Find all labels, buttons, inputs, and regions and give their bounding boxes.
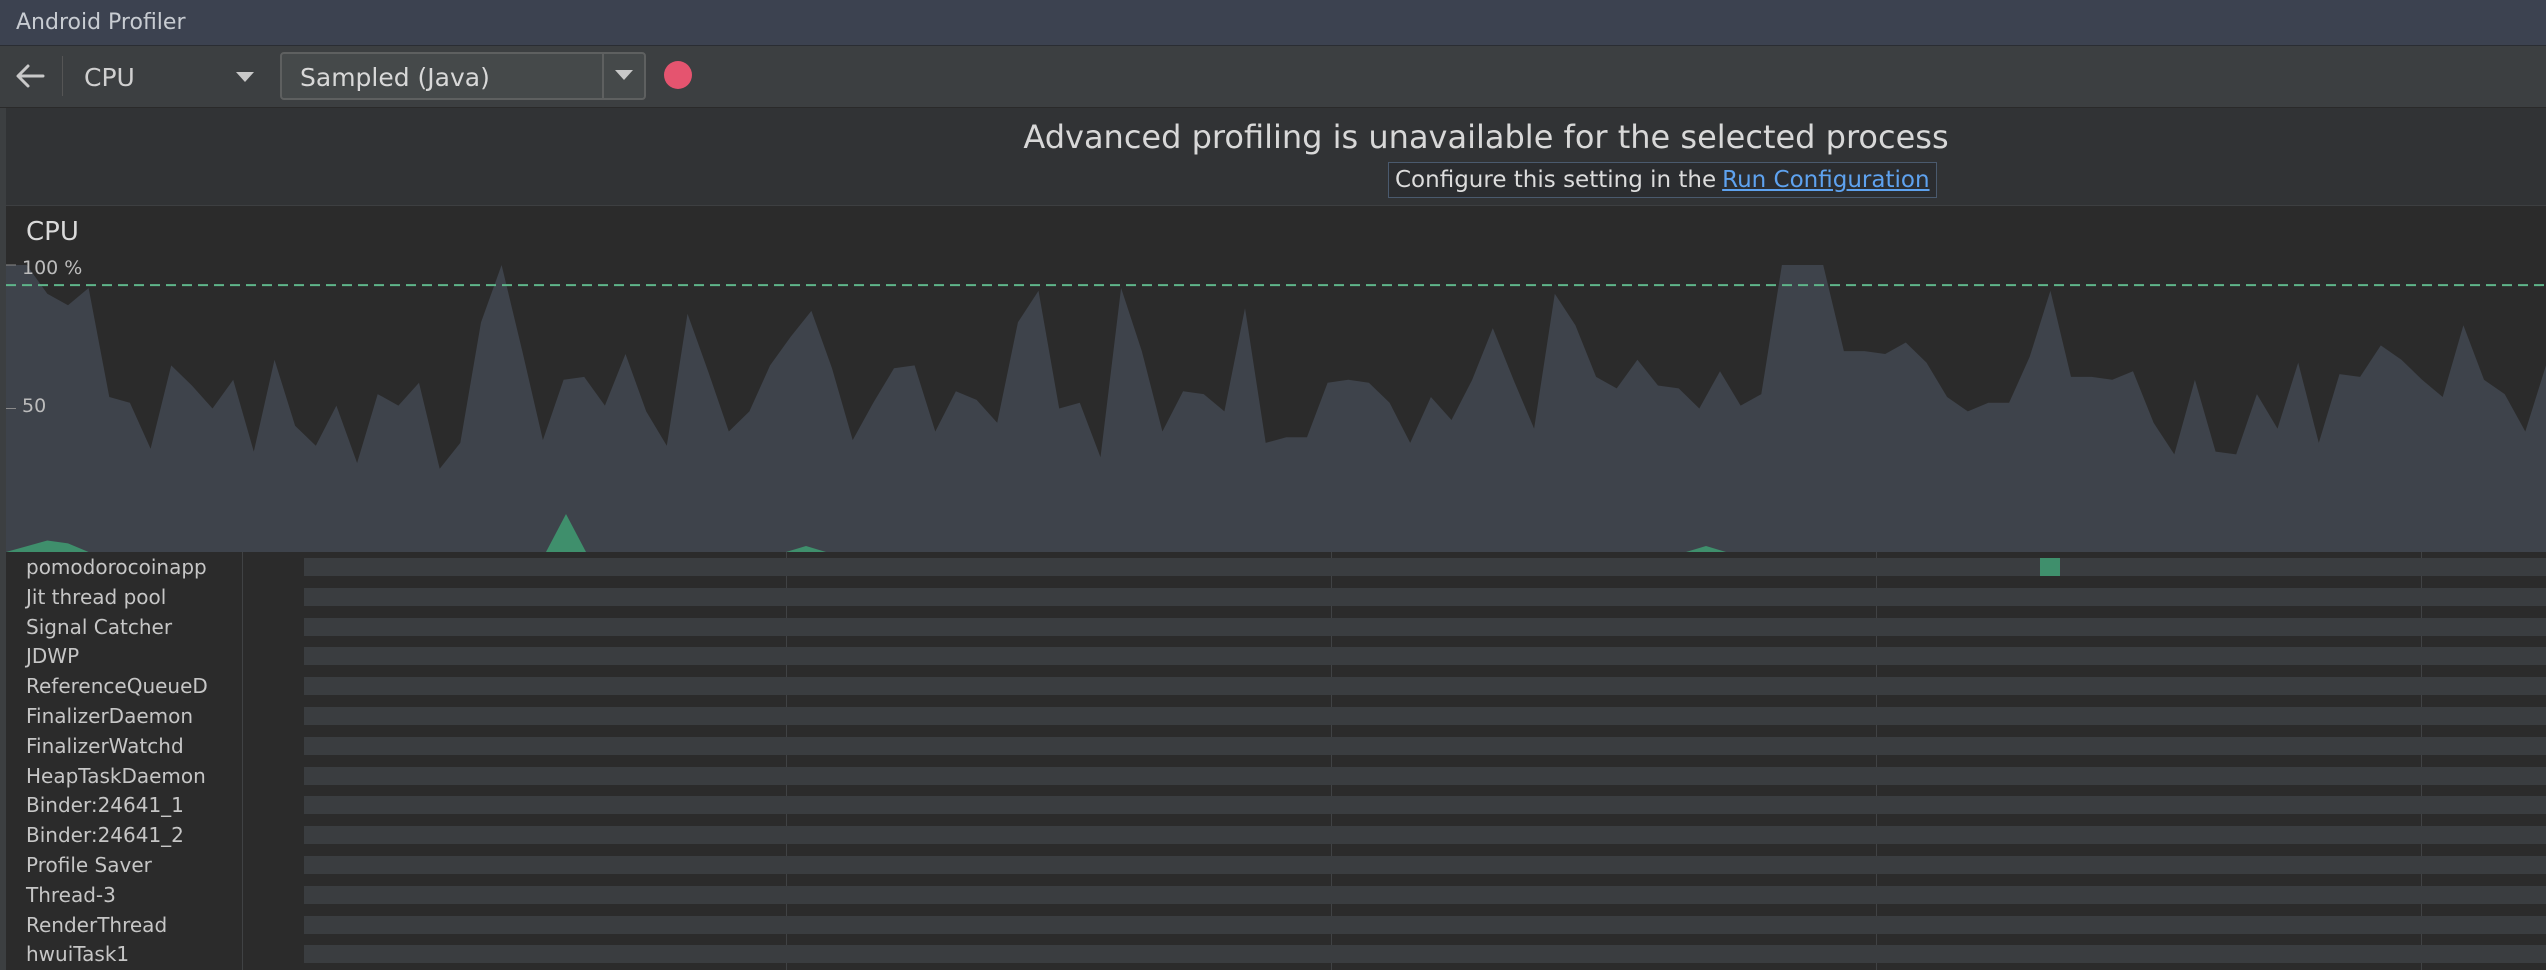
thread-name: FinalizerDaemon xyxy=(26,704,194,728)
profiler-select[interactable]: CPU xyxy=(72,56,262,96)
record-button[interactable] xyxy=(664,61,692,89)
thread-activity-bar xyxy=(304,617,2546,636)
advanced-profiling-banner: Advanced profiling is unavailable for th… xyxy=(6,108,2546,206)
thread-name: Jit thread pool xyxy=(26,584,167,609)
profiling-mode-select[interactable]: Sampled (Java) xyxy=(280,52,646,100)
arrow-left-icon xyxy=(16,64,45,88)
thread-activity-bar xyxy=(304,856,2546,874)
chevron-down-icon xyxy=(615,70,633,80)
back-button[interactable] xyxy=(10,58,50,94)
thread-activity-bar xyxy=(304,707,2546,725)
banner-subtext: Configure this setting in the Run Config… xyxy=(1388,162,1937,198)
series-total-cpu xyxy=(6,265,2546,552)
thread-row[interactable]: Signal Catcher xyxy=(6,612,2546,642)
thread-activity-bar xyxy=(304,677,2546,696)
banner-headline: Advanced profiling is unavailable for th… xyxy=(1023,118,1949,156)
thread-activity-bar xyxy=(304,558,2546,576)
thread-row[interactable]: Binder:24641_1 xyxy=(6,790,2546,820)
thread-name: RenderThread xyxy=(26,912,168,937)
window-title: Android Profiler xyxy=(16,10,186,35)
thread-name: Thread-3 xyxy=(26,882,116,907)
thread-list: pomodorocoinapp Jit thread pool Signal Cat… xyxy=(6,552,2546,970)
banner-subtext-label: Configure this setting in the xyxy=(1395,167,1717,193)
cpu-chart[interactable]: CPU 100 % 50 xyxy=(6,207,2546,552)
thread-name: Binder:24641_2 xyxy=(26,823,184,848)
y-tick-100: 100 % xyxy=(22,257,83,279)
thread-activity-bar xyxy=(304,945,2546,964)
thread-row[interactable]: JDWP xyxy=(6,641,2546,671)
title-bar: Android Profiler xyxy=(0,0,2546,46)
thread-name: JDWP xyxy=(26,644,80,669)
thread-activity-marker xyxy=(2040,558,2060,576)
run-configuration-link[interactable]: Run Configuration xyxy=(1722,167,1929,193)
thread-name: HeapTaskDaemon xyxy=(26,763,206,788)
toolbar: CPU Sampled (Java) xyxy=(0,46,2546,108)
thread-activity-bar xyxy=(304,915,2546,934)
thread-name: FinalizerWatchd xyxy=(26,733,184,758)
thread-activity-bar xyxy=(304,885,2546,904)
thread-name: pomodorocoinapp xyxy=(26,555,207,579)
thread-row[interactable]: FinalizerWatchd xyxy=(6,731,2546,761)
thread-activity-bar xyxy=(304,796,2546,815)
thread-activity-bar xyxy=(304,587,2546,606)
profiling-mode-label: Sampled (Java) xyxy=(300,63,490,92)
cpu-usage-chart xyxy=(6,264,2546,552)
thread-row[interactable]: FinalizerDaemon xyxy=(6,701,2546,731)
thread-row[interactable]: RenderThread xyxy=(6,910,2546,940)
thread-row[interactable]: ReferenceQueueD xyxy=(6,671,2546,701)
thread-activity-bar xyxy=(304,647,2546,666)
thread-activity-bar xyxy=(304,766,2546,785)
thread-name: Binder:24641_1 xyxy=(26,793,184,818)
thread-name: Signal Catcher xyxy=(26,614,173,639)
thread-row[interactable]: Binder:24641_2 xyxy=(6,820,2546,850)
thread-name: ReferenceQueueD xyxy=(26,674,208,699)
thread-row[interactable]: hwuiTask1 xyxy=(6,939,2546,969)
thread-activity-bar xyxy=(304,736,2546,755)
chevron-down-icon xyxy=(236,72,254,82)
thread-name: hwuiTask1 xyxy=(26,942,130,967)
thread-row[interactable]: Thread-3 xyxy=(6,880,2546,910)
thread-activity-bar xyxy=(304,826,2546,845)
toolbar-divider xyxy=(62,56,63,96)
chart-title: CPU xyxy=(26,217,79,247)
y-tick-50: 50 xyxy=(22,395,47,417)
thread-row[interactable]: Profile Saver xyxy=(6,850,2546,880)
thread-row[interactable]: Jit thread pool xyxy=(6,582,2546,612)
profiler-select-label: CPU xyxy=(84,63,135,92)
thread-row[interactable]: pomodorocoinapp xyxy=(6,552,2546,582)
thread-row[interactable]: HeapTaskDaemon xyxy=(6,761,2546,791)
thread-name: Profile Saver xyxy=(26,853,152,877)
dropdown-separator xyxy=(602,54,604,98)
